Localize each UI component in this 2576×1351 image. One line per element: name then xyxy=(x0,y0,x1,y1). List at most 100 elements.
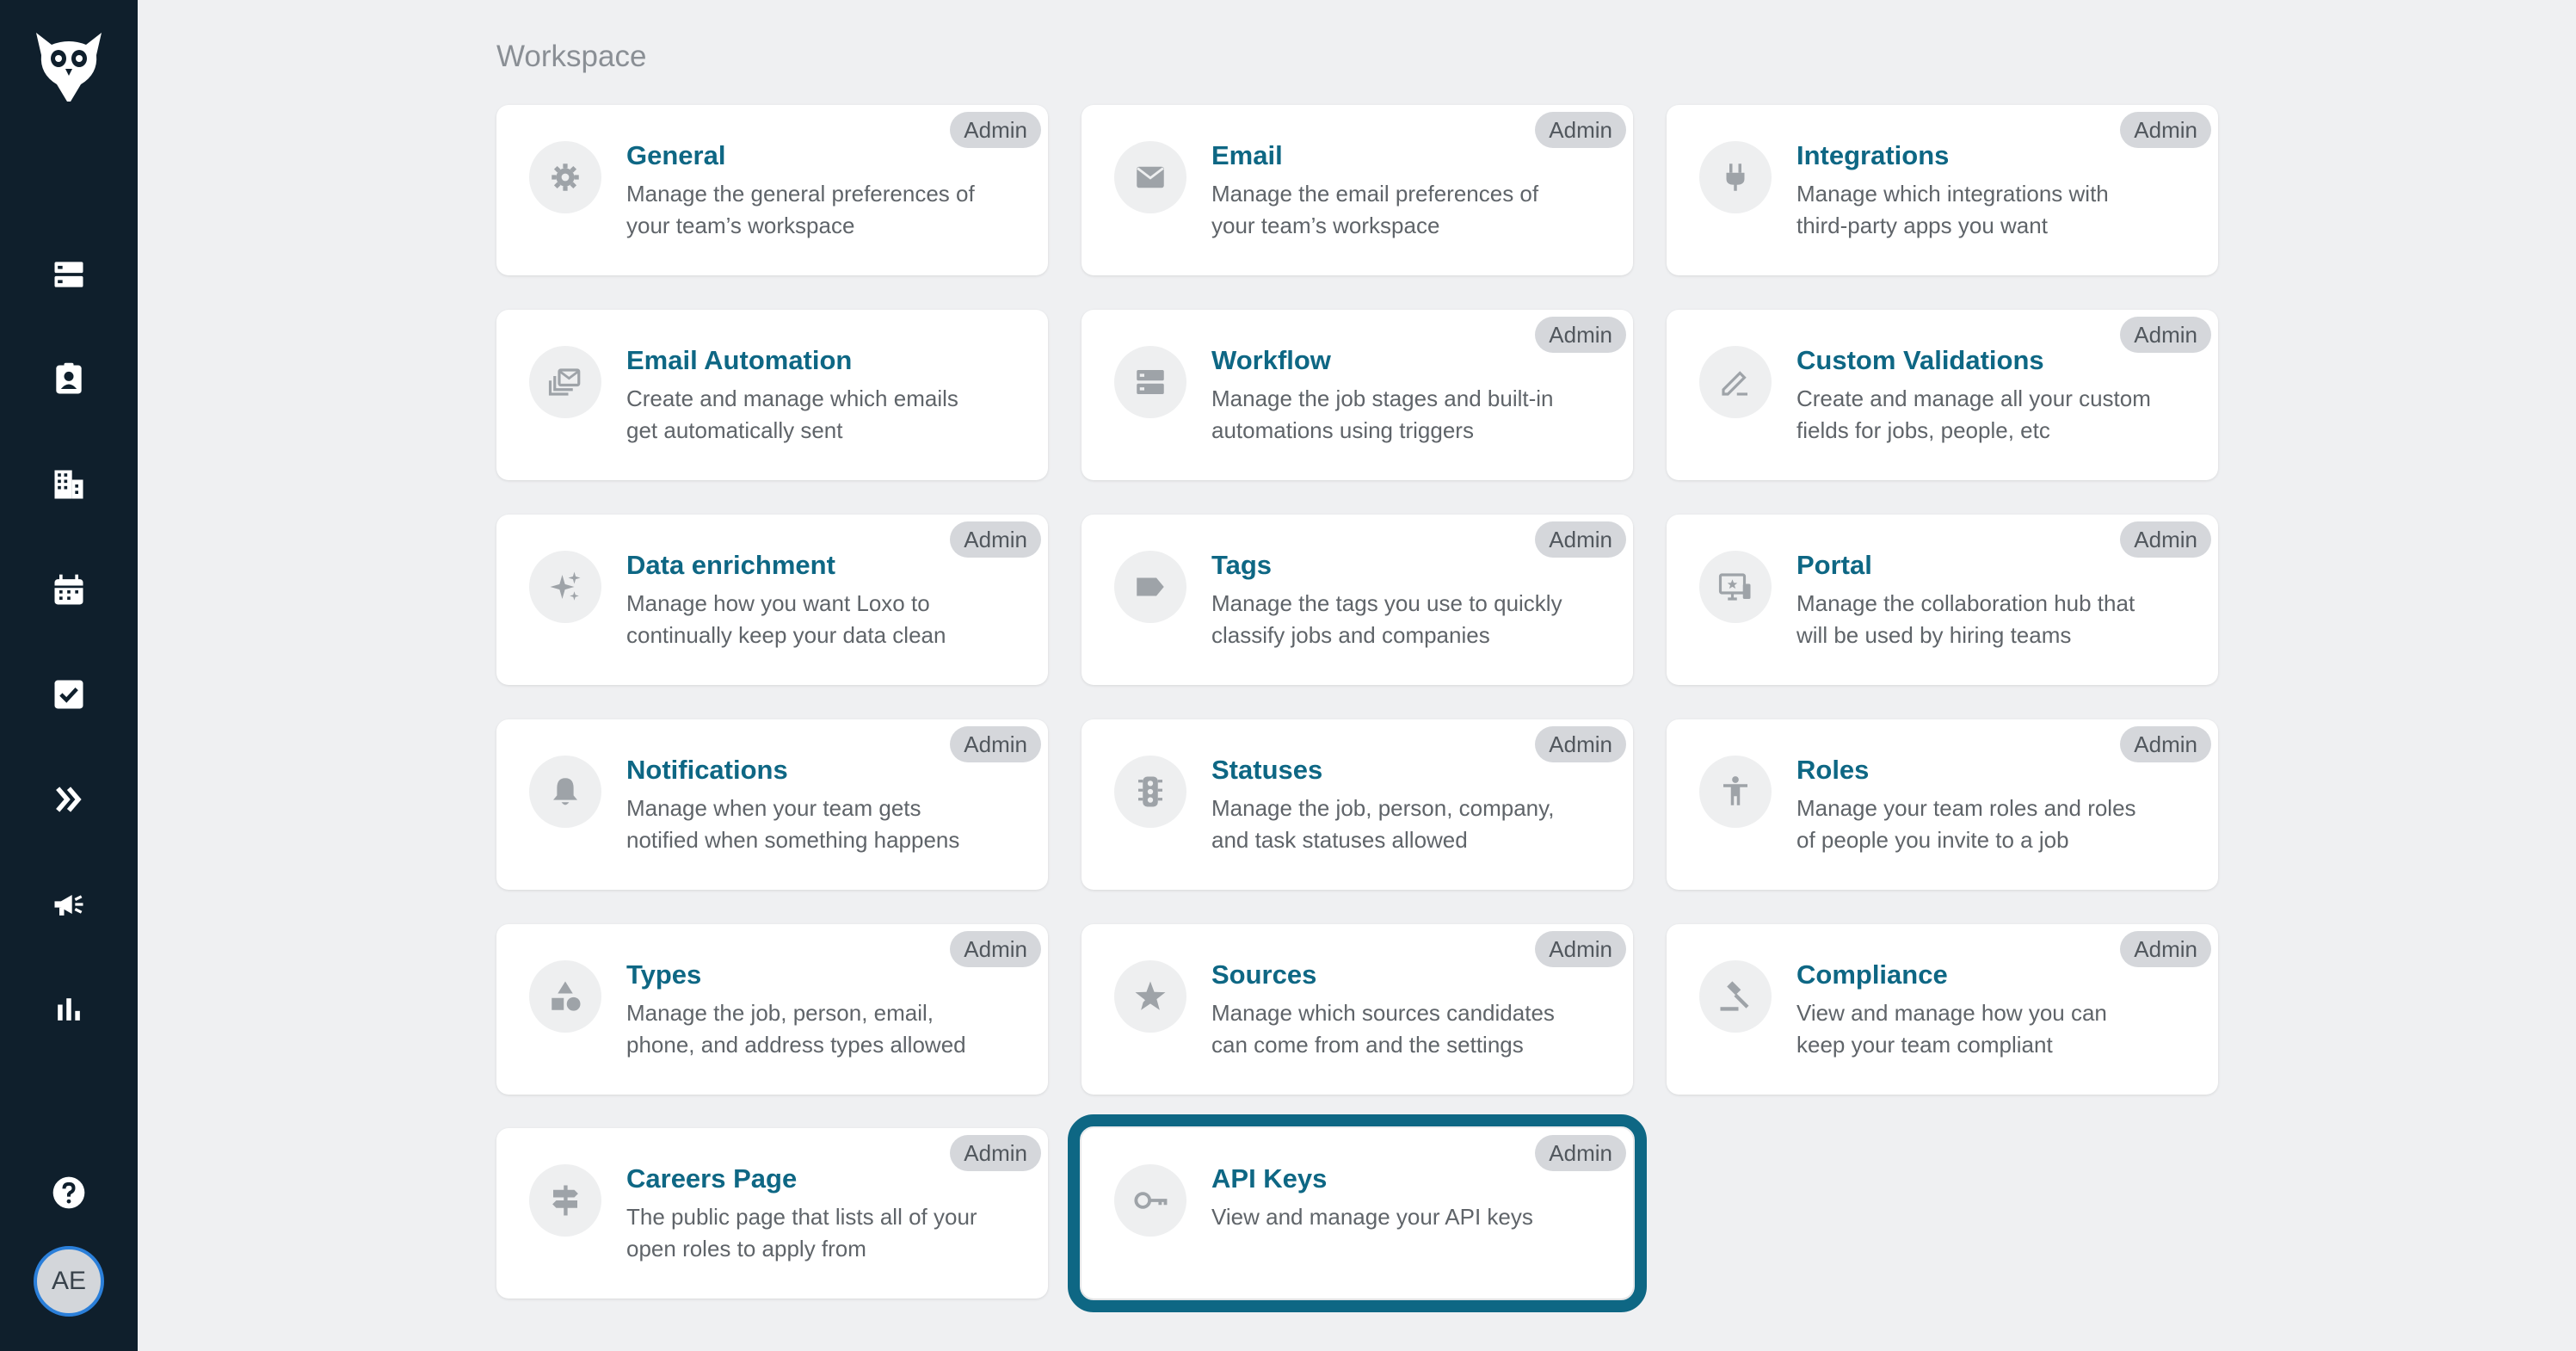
card-description: Create and manage all your custom fields … xyxy=(1796,386,2151,443)
card-title: Custom Validations xyxy=(1796,345,2044,375)
admin-badge: Admin xyxy=(1535,521,1626,558)
admin-badge: Admin xyxy=(1535,317,1626,353)
card-description: Manage the general preferences of your te… xyxy=(626,181,975,238)
card-title: Portal xyxy=(1796,550,1872,580)
settings-card-careers-page[interactable]: Careers Page The public page that lists … xyxy=(496,1128,1048,1299)
card-title: Email Automation xyxy=(626,345,853,375)
card-description: Manage the tags you use to quickly classi… xyxy=(1211,590,1562,648)
admin-badge: Admin xyxy=(2120,931,2211,967)
nav-reports[interactable] xyxy=(34,975,103,1044)
settings-card-tags[interactable]: Tags Manage the tags you use to quickly c… xyxy=(1082,515,1633,685)
admin-badge: Admin xyxy=(2120,317,2211,353)
settings-card-integrations[interactable]: Integrations Manage which integrations w… xyxy=(1667,105,2218,275)
settings-card-statuses[interactable]: Statuses Manage the job, person, company… xyxy=(1082,719,1633,890)
card-title: Tags xyxy=(1211,550,1273,580)
settings-card-api-keys[interactable]: API Keys View and manage your API keys A… xyxy=(1068,1114,1647,1312)
card-title: Types xyxy=(626,959,702,990)
pencil-icon xyxy=(1699,346,1772,418)
card-description: View and manage your API keys xyxy=(1211,1204,1533,1230)
traffic-light-icon xyxy=(1114,756,1186,828)
owl-logo-icon[interactable] xyxy=(33,29,105,103)
nav-sequences[interactable] xyxy=(34,765,103,834)
user-avatar[interactable]: AE xyxy=(34,1246,104,1317)
card-title: Workflow xyxy=(1211,345,1331,375)
card-description: Manage which sources candidates can come … xyxy=(1211,1000,1555,1058)
sidebar: AE xyxy=(0,0,138,1351)
card-title: General xyxy=(626,140,726,170)
contact-icon xyxy=(56,362,82,394)
help-button[interactable] xyxy=(34,1158,103,1227)
nav-campaigns[interactable] xyxy=(34,870,103,939)
card-title: Roles xyxy=(1796,755,1870,785)
card-title: Data enrichment xyxy=(626,550,835,580)
card-description: Manage your team roles and roles of peopl… xyxy=(1796,795,2136,853)
card-description: Manage the job, person, email, phone, and… xyxy=(626,1000,966,1058)
admin-badge: Admin xyxy=(950,521,1041,558)
double-chevron-icon xyxy=(56,787,82,812)
nav-companies[interactable] xyxy=(34,450,103,519)
admin-badge: Admin xyxy=(2120,521,2211,558)
settings-card-sources[interactable]: Sources Manage which sources candidates c… xyxy=(1082,924,1633,1095)
star-icon xyxy=(1114,960,1186,1033)
card-description: Manage how you want Loxo to continually k… xyxy=(626,590,946,648)
settings-card-portal[interactable]: Portal Manage the collaboration hub that… xyxy=(1667,515,2218,685)
envelope-icon xyxy=(1114,141,1186,213)
shapes-icon xyxy=(529,960,601,1033)
admin-badge: Admin xyxy=(950,931,1041,967)
settings-card-notifications[interactable]: Notifications Manage when your team gets… xyxy=(496,719,1048,890)
card-title: Sources xyxy=(1211,959,1317,990)
settings-card-workflow[interactable]: Workflow Manage the job stages and built… xyxy=(1082,310,1633,480)
bar-chart-icon xyxy=(58,998,80,1021)
card-description: Manage the job stages and built-in automa… xyxy=(1211,386,1554,443)
gavel-icon xyxy=(1699,960,1772,1033)
card-description: The public page that lists all of your op… xyxy=(626,1204,977,1262)
key-icon xyxy=(1114,1164,1186,1237)
stacked-mail-icon xyxy=(529,346,601,418)
nav-people[interactable] xyxy=(34,345,103,414)
card-description: Manage the email preferences of your team… xyxy=(1211,181,1539,238)
portal-icon xyxy=(1699,551,1772,623)
admin-badge: Admin xyxy=(950,1135,1041,1171)
person-icon xyxy=(1699,756,1772,828)
card-title: Careers Page xyxy=(626,1163,798,1194)
workflow-icon xyxy=(1114,346,1186,418)
settings-card-data-enrichment[interactable]: Data enrichment Manage how you want Loxo… xyxy=(496,515,1048,685)
card-title: Compliance xyxy=(1796,959,1948,990)
avatar-initials: AE xyxy=(51,1267,87,1295)
settings-card-custom-validations[interactable]: Custom Validations Create and manage all… xyxy=(1667,310,2218,480)
card-title: Integrations xyxy=(1796,140,1950,170)
admin-badge: Admin xyxy=(1535,1135,1626,1171)
card-title: Statuses xyxy=(1211,755,1323,785)
nav-tasks[interactable] xyxy=(34,660,103,729)
gear-icon xyxy=(529,141,601,213)
admin-badge: Admin xyxy=(1535,726,1626,762)
nav-jobs[interactable] xyxy=(34,240,103,309)
card-description: Manage the job, person, company, and task… xyxy=(1211,795,1555,853)
admin-badge: Admin xyxy=(1535,112,1626,148)
settings-card-general[interactable]: General Manage the general preferences o… xyxy=(496,105,1048,275)
help-icon xyxy=(52,1176,85,1209)
settings-card-types[interactable]: Types Manage the job, person, email, phon… xyxy=(496,924,1048,1095)
admin-badge: Admin xyxy=(2120,112,2211,148)
card-title: Notifications xyxy=(626,755,788,785)
page-title: Workspace xyxy=(496,40,647,73)
tag-icon xyxy=(1114,551,1186,623)
checkbox-icon xyxy=(54,680,83,709)
nav-calendar[interactable] xyxy=(34,556,103,625)
card-description: View and manage how you can keep your tea… xyxy=(1796,1000,2107,1058)
settings-card-email[interactable]: Email Manage the email preferences of you… xyxy=(1082,105,1633,275)
sparkles-icon xyxy=(529,551,601,623)
list-icon xyxy=(54,262,83,287)
calendar-icon xyxy=(54,574,83,605)
admin-badge: Admin xyxy=(2120,726,2211,762)
card-description: Create and manage which emails get automa… xyxy=(626,386,958,443)
card-description: Manage which integrations with third-part… xyxy=(1796,181,2109,238)
settings-card-roles[interactable]: Roles Manage your team roles and roles of… xyxy=(1667,719,2218,890)
megaphone-icon xyxy=(54,895,83,916)
bell-icon xyxy=(529,756,601,828)
building-icon xyxy=(54,470,83,499)
settings-card-compliance[interactable]: Compliance View and manage how you can ke… xyxy=(1667,924,2218,1095)
card-title: Email xyxy=(1211,140,1283,170)
settings-card-email-automation[interactable]: Email Automation Create and manage which… xyxy=(496,310,1048,480)
signpost-icon xyxy=(529,1164,601,1237)
